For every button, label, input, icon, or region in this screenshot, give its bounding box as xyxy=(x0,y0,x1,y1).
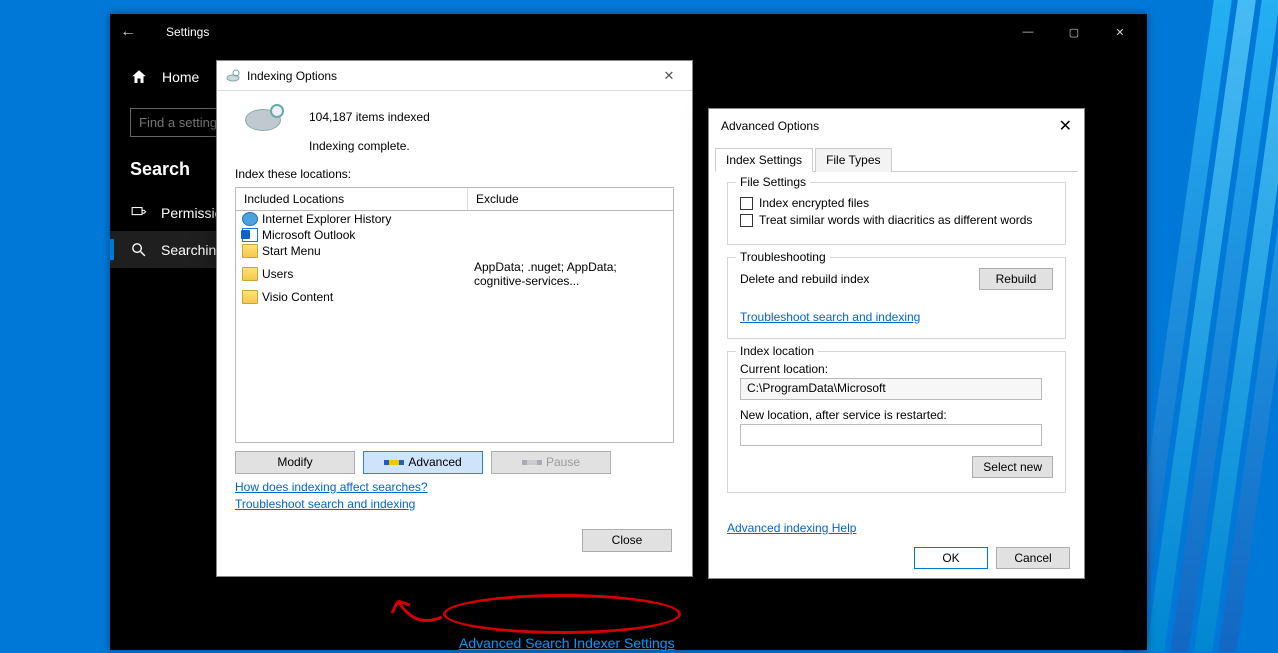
advanced-help-link[interactable]: Advanced indexing Help xyxy=(727,521,856,535)
list-item[interactable]: Users AppData; .nuget; AppData; cognitive… xyxy=(236,259,673,289)
items-indexed: 104,187 items indexed xyxy=(309,109,430,126)
advanced-title: Advanced Options xyxy=(721,119,819,133)
indexing-large-icon xyxy=(235,109,291,131)
exclude-value xyxy=(468,227,673,243)
exclude-value xyxy=(468,211,673,227)
location-name: Start Menu xyxy=(262,244,321,258)
folder-icon xyxy=(242,244,258,258)
advanced-button-label: Advanced xyxy=(408,455,461,469)
folder-icon xyxy=(242,290,258,304)
select-new-button[interactable]: Select new xyxy=(972,456,1053,478)
permissions-icon xyxy=(130,204,147,221)
locations-label: Index these locations: xyxy=(235,167,678,181)
how-indexing-link[interactable]: How does indexing affect searches? xyxy=(235,480,674,494)
exclude-value: AppData; .nuget; AppData; cognitive-serv… xyxy=(468,259,673,289)
indexing-close-button[interactable]: Close xyxy=(582,529,672,552)
outlook-icon xyxy=(242,228,258,242)
checkbox-label: Treat similar words with diacritics as d… xyxy=(759,213,1032,227)
indexing-options-dialog: Indexing Options ✕ 104,187 items indexed… xyxy=(216,60,693,577)
location-name: Internet Explorer History xyxy=(262,212,391,226)
troubleshooting-heading: Troubleshooting xyxy=(736,250,830,264)
tab-index-settings[interactable]: Index Settings xyxy=(715,148,813,172)
list-item[interactable]: Microsoft Outlook xyxy=(236,227,673,243)
index-location-group: Index location Current location: C:\Prog… xyxy=(727,351,1066,493)
current-location-label: Current location: xyxy=(740,362,1053,376)
cancel-button[interactable]: Cancel xyxy=(996,547,1070,569)
advanced-close-x[interactable]: ✕ xyxy=(1059,116,1072,136)
pause-button-label: Pause xyxy=(546,455,580,469)
indexing-titlebar: Indexing Options ✕ xyxy=(217,61,692,91)
locations-list[interactable]: Included Locations Exclude Internet Expl… xyxy=(235,187,674,443)
checkbox-icon xyxy=(740,197,753,210)
minimize-button[interactable]: — xyxy=(1005,16,1051,48)
troubleshoot-link[interactable]: Troubleshoot search and indexing xyxy=(235,497,674,511)
list-item[interactable]: Visio Content xyxy=(236,289,673,305)
back-button[interactable]: ← xyxy=(114,23,142,41)
exclude-value xyxy=(468,289,673,305)
tab-file-types[interactable]: File Types xyxy=(815,148,891,172)
search-icon xyxy=(130,241,147,258)
settings-titlebar: ← Settings — ▢ ✕ xyxy=(110,14,1147,50)
home-label: Home xyxy=(162,69,199,85)
close-button[interactable]: ✕ xyxy=(1097,16,1143,48)
index-location-heading: Index location xyxy=(736,344,818,358)
troubleshooting-group: Troubleshooting Delete and rebuild index… xyxy=(727,257,1066,339)
location-name: Visio Content xyxy=(262,290,333,304)
location-name: Microsoft Outlook xyxy=(262,228,355,242)
checkbox-label: Index encrypted files xyxy=(759,196,869,210)
file-settings-heading: File Settings xyxy=(736,175,810,189)
checkbox-encrypted[interactable]: Index encrypted files xyxy=(740,196,1053,210)
list-item[interactable]: Internet Explorer History xyxy=(236,211,673,227)
modify-button[interactable]: Modify xyxy=(235,451,355,474)
indexing-app-icon xyxy=(225,68,241,84)
troubleshoot-link[interactable]: Troubleshoot search and indexing xyxy=(740,310,920,324)
col-included: Included Locations xyxy=(236,188,468,210)
new-location-field[interactable] xyxy=(740,424,1042,446)
advanced-indexer-link[interactable]: Advanced Search Indexer Settings xyxy=(459,635,675,651)
indexing-title: Indexing Options xyxy=(247,69,337,83)
advanced-button[interactable]: Advanced xyxy=(363,451,483,474)
list-header: Included Locations Exclude xyxy=(236,188,673,211)
ok-button[interactable]: OK xyxy=(914,547,988,569)
exclude-value xyxy=(468,243,673,259)
shield-icon xyxy=(522,460,542,465)
indexing-close-x[interactable]: ✕ xyxy=(654,68,684,84)
rebuild-button[interactable]: Rebuild xyxy=(979,268,1053,290)
ie-icon xyxy=(242,212,258,226)
location-name: Users xyxy=(262,267,293,281)
folder-icon xyxy=(242,267,258,281)
advanced-tabs: Index Settings File Types xyxy=(715,147,1078,172)
home-icon xyxy=(130,68,148,86)
checkbox-icon xyxy=(740,214,753,227)
advanced-options-dialog: Advanced Options ✕ Index Settings File T… xyxy=(708,108,1085,579)
settings-title: Settings xyxy=(166,25,209,39)
checkbox-diacritics[interactable]: Treat similar words with diacritics as d… xyxy=(740,213,1053,227)
indexing-status: Indexing complete. xyxy=(309,138,430,155)
new-location-label: New location, after service is restarted… xyxy=(740,408,1053,422)
current-location-field: C:\ProgramData\Microsoft xyxy=(740,378,1042,400)
advanced-titlebar: Advanced Options ✕ xyxy=(709,109,1084,143)
list-item[interactable]: Start Menu xyxy=(236,243,673,259)
pause-button: Pause xyxy=(491,451,611,474)
rebuild-label: Delete and rebuild index xyxy=(740,272,869,286)
file-settings-group: File Settings Index encrypted files Trea… xyxy=(727,182,1066,245)
col-exclude: Exclude xyxy=(468,188,673,210)
shield-icon xyxy=(384,460,404,465)
maximize-button[interactable]: ▢ xyxy=(1051,16,1097,48)
